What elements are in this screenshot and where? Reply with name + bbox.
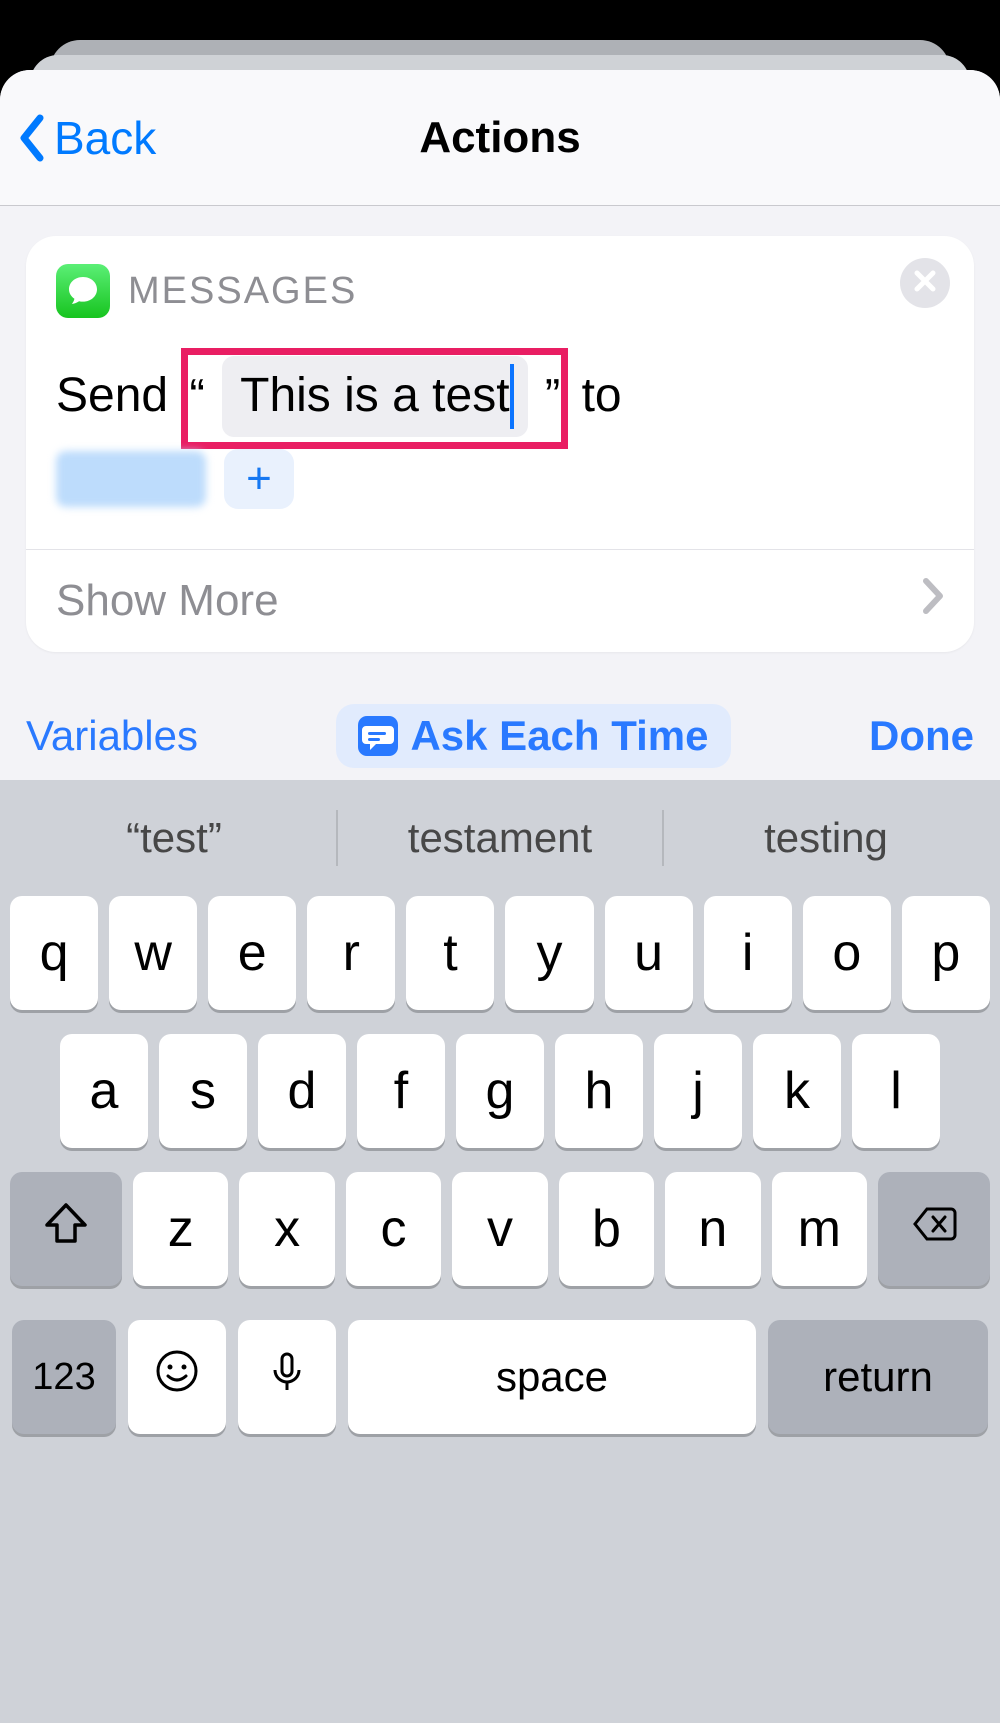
emoji-key[interactable] — [128, 1320, 226, 1434]
navigation-header: Back Actions — [0, 70, 1000, 206]
suggestion-1[interactable]: testament — [338, 808, 662, 868]
keyboard-row-2: a s d f g h j k l — [0, 1034, 1000, 1148]
send-suffix: to — [582, 369, 622, 422]
variables-toolbar: Variables Ask Each Time Done — [0, 692, 1000, 780]
key-c[interactable]: c — [346, 1172, 441, 1286]
message-text-value: This is a test — [240, 369, 509, 422]
emoji-icon — [154, 1347, 200, 1407]
backspace-icon — [909, 1199, 959, 1259]
ask-each-time-button[interactable]: Ask Each Time — [336, 704, 730, 768]
microphone-icon — [264, 1347, 310, 1407]
message-text-input[interactable]: This is a test — [222, 356, 527, 437]
key-w[interactable]: w — [109, 896, 197, 1010]
action-description: Send “ This is a test ” to — [56, 352, 944, 441]
key-o[interactable]: o — [803, 896, 891, 1010]
close-icon — [913, 269, 937, 298]
keyboard-row-3: z x c v b n m — [0, 1172, 1000, 1286]
key-n[interactable]: n — [665, 1172, 760, 1286]
chevron-left-icon — [18, 114, 46, 162]
dictation-key[interactable] — [238, 1320, 336, 1434]
key-h[interactable]: h — [555, 1034, 643, 1148]
messages-app-icon — [56, 264, 110, 318]
show-more-label: Show More — [56, 576, 279, 626]
key-a[interactable]: a — [60, 1034, 148, 1148]
keyboard-row-4: 123 space return — [0, 1320, 1000, 1434]
chevron-right-icon — [922, 576, 944, 626]
key-l[interactable]: l — [852, 1034, 940, 1148]
key-t[interactable]: t — [406, 896, 494, 1010]
key-g[interactable]: g — [456, 1034, 544, 1148]
close-quote: ” — [545, 369, 560, 421]
app-name-label: MESSAGES — [128, 270, 357, 313]
keyboard-row-1: q w e r t y u i o p — [0, 896, 1000, 1010]
numbers-key[interactable]: 123 — [12, 1320, 116, 1434]
key-v[interactable]: v — [452, 1172, 547, 1286]
open-quote: “ — [189, 369, 204, 421]
ask-each-time-icon — [358, 716, 398, 756]
done-button[interactable]: Done — [869, 712, 974, 760]
space-key[interactable]: space — [348, 1320, 756, 1434]
close-button[interactable] — [900, 258, 950, 308]
message-field[interactable]: “ This is a test ” — [181, 352, 568, 441]
key-z[interactable]: z — [133, 1172, 228, 1286]
key-j[interactable]: j — [654, 1034, 742, 1148]
key-b[interactable]: b — [559, 1172, 654, 1286]
key-d[interactable]: d — [258, 1034, 346, 1148]
show-more-row[interactable]: Show More — [26, 549, 974, 652]
key-u[interactable]: u — [605, 896, 693, 1010]
key-r[interactable]: r — [307, 896, 395, 1010]
add-recipient-button[interactable]: + — [224, 449, 294, 509]
send-prefix: Send — [56, 369, 168, 422]
keyboard-suggestions: “test” testament testing — [0, 780, 1000, 896]
action-card: MESSAGES Send “ This is a test — [26, 236, 974, 652]
key-s[interactable]: s — [159, 1034, 247, 1148]
return-key[interactable]: return — [768, 1320, 988, 1434]
key-m[interactable]: m — [772, 1172, 867, 1286]
back-button[interactable]: Back — [18, 70, 156, 205]
plus-icon: + — [246, 454, 272, 504]
shift-key[interactable] — [10, 1172, 122, 1286]
shift-icon — [41, 1199, 91, 1259]
suggestion-0[interactable]: “test” — [12, 808, 336, 868]
key-x[interactable]: x — [239, 1172, 334, 1286]
back-label: Back — [54, 111, 156, 165]
sheet: Back Actions MESSAGES Send — [0, 70, 1000, 1723]
variables-button[interactable]: Variables — [26, 712, 198, 760]
ask-each-time-label: Ask Each Time — [410, 712, 708, 760]
key-f[interactable]: f — [357, 1034, 445, 1148]
backspace-key[interactable] — [878, 1172, 990, 1286]
recipient-token[interactable] — [56, 451, 206, 507]
key-i[interactable]: i — [704, 896, 792, 1010]
suggestion-2[interactable]: testing — [664, 808, 988, 868]
key-q[interactable]: q — [10, 896, 98, 1010]
text-cursor — [510, 364, 514, 429]
key-k[interactable]: k — [753, 1034, 841, 1148]
ios-keyboard: “test” testament testing q w e r t y u i… — [0, 780, 1000, 1723]
key-e[interactable]: e — [208, 896, 296, 1010]
key-y[interactable]: y — [505, 896, 593, 1010]
key-p[interactable]: p — [902, 896, 990, 1010]
page-title: Actions — [419, 113, 580, 163]
